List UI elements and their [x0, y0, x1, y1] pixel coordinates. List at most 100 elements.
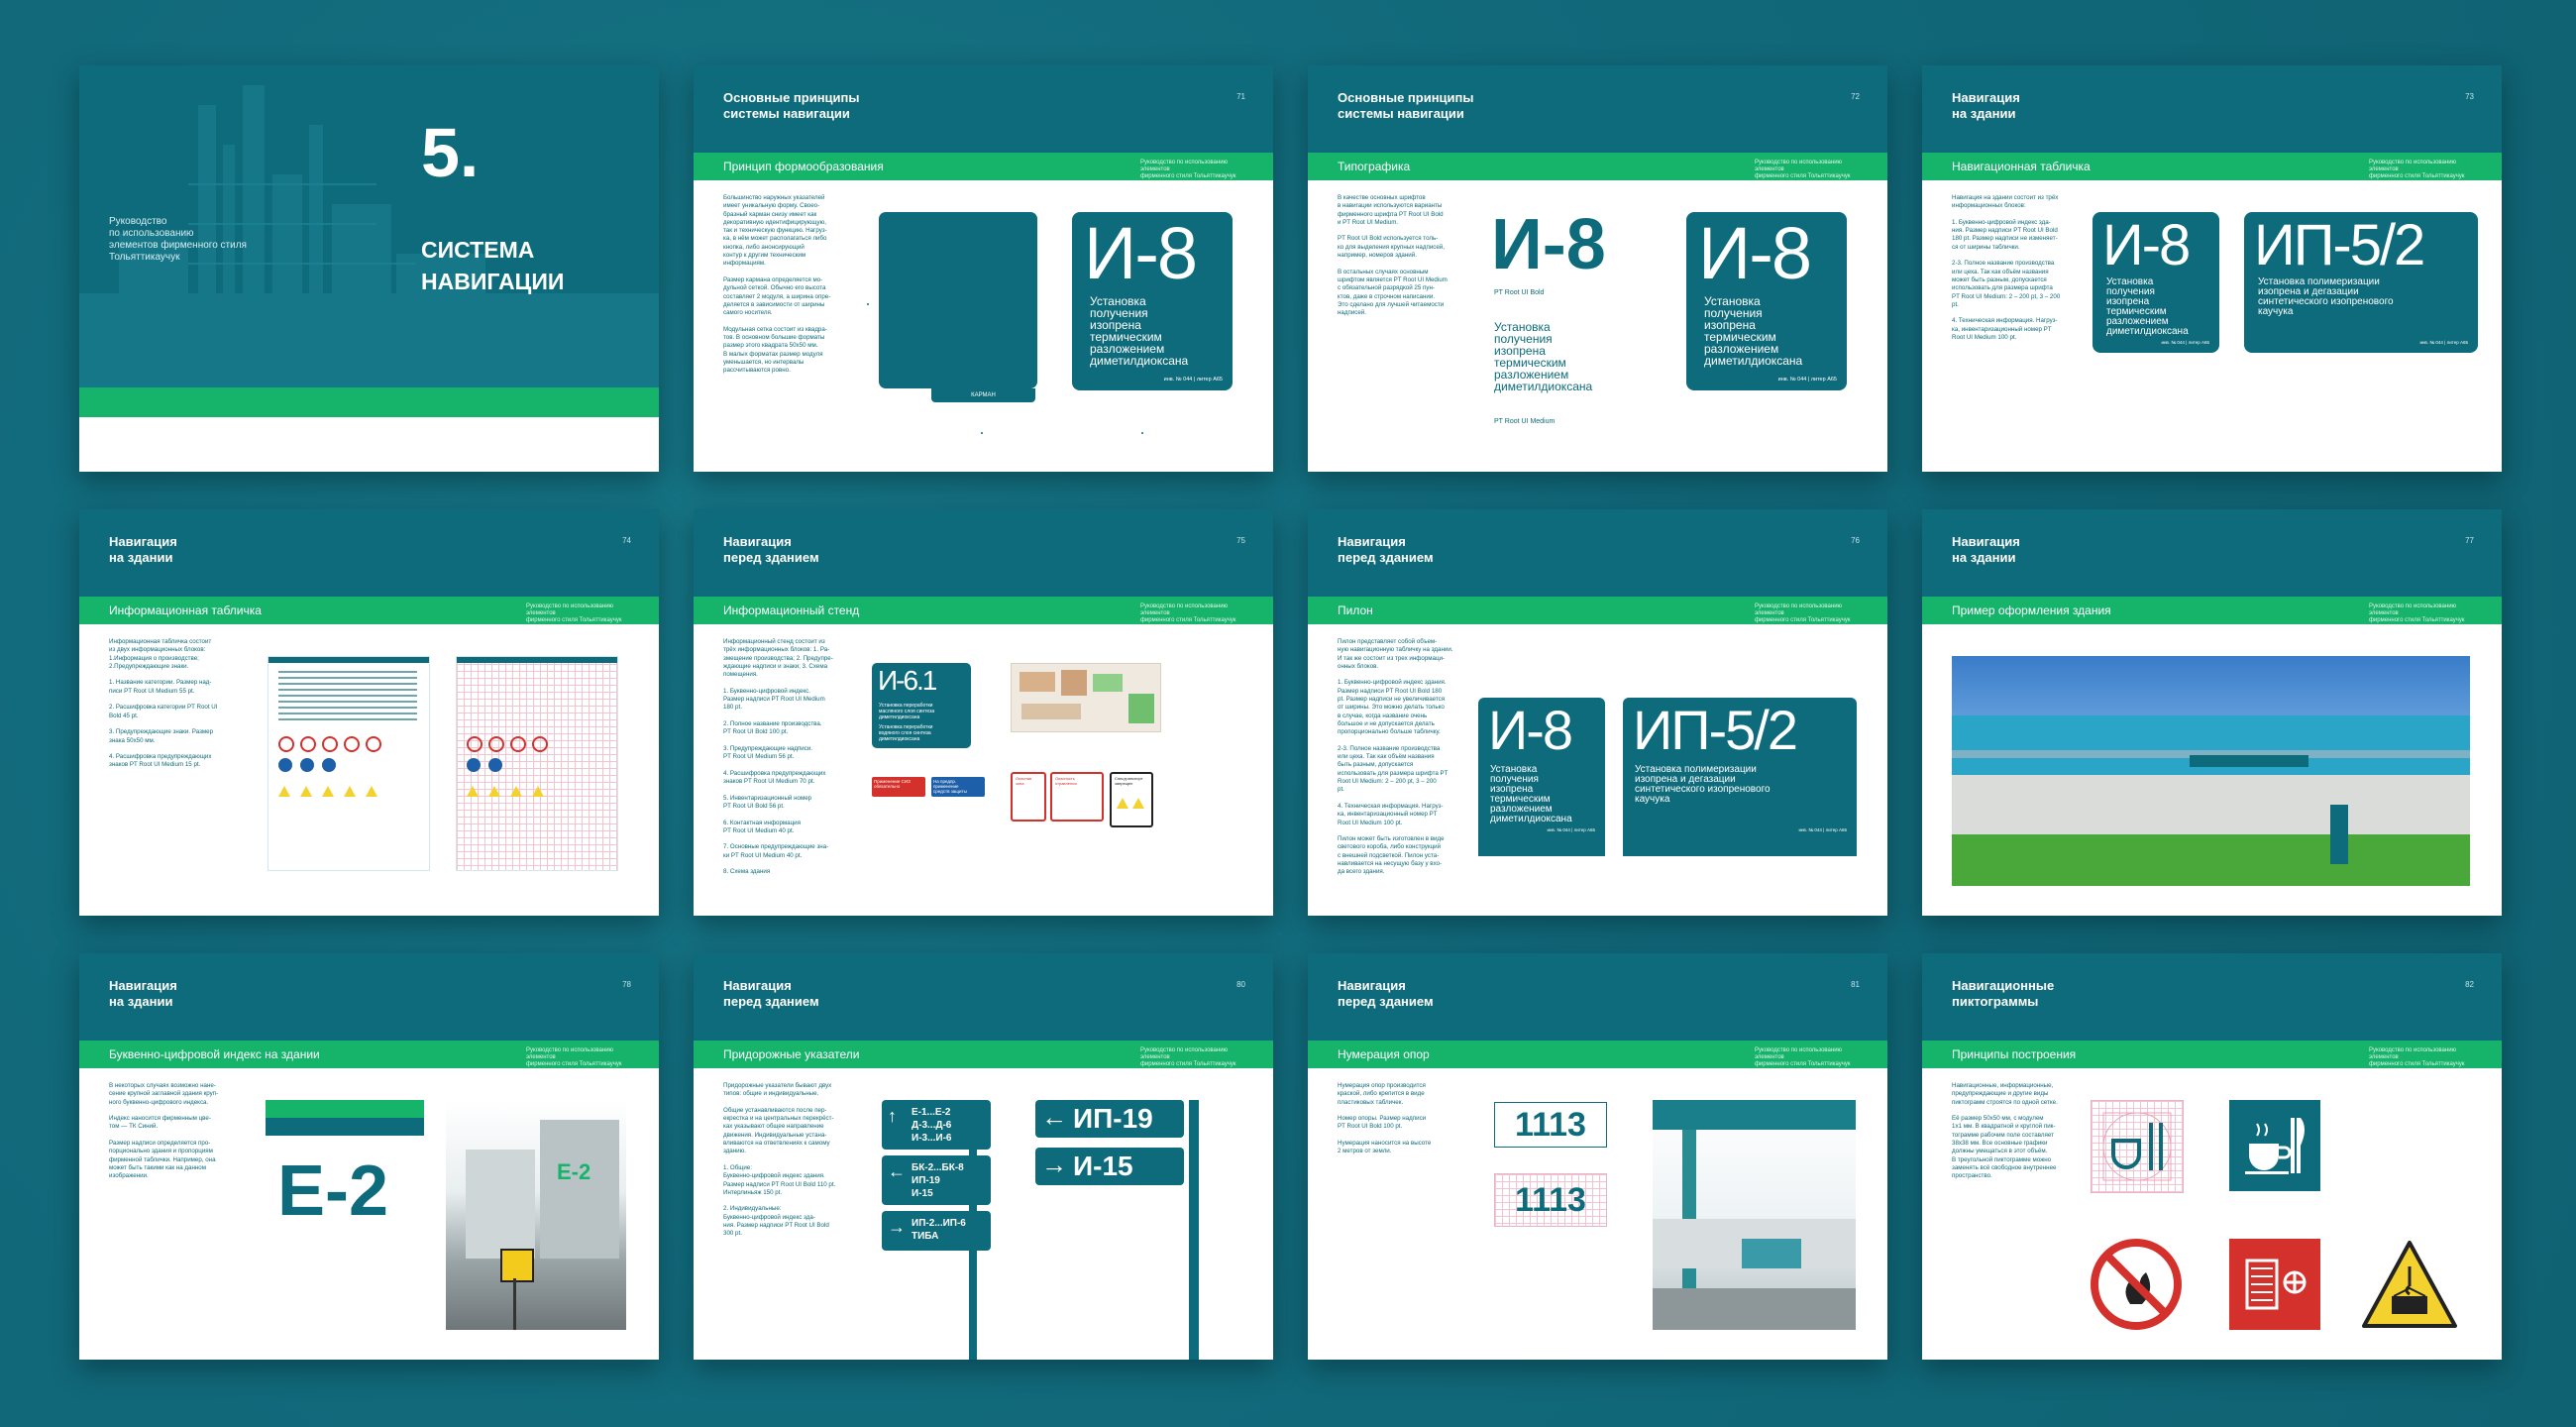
- page-number: 72: [1851, 92, 1860, 101]
- slide-76[interactable]: Навигация перед зданием 76 Пилон Руководст…: [1308, 509, 1887, 916]
- section-subtitle: Информационный стенд: [723, 604, 860, 617]
- page-number: 75: [1236, 536, 1245, 545]
- slide-75[interactable]: Навигация перед зданием 75 Информационный…: [694, 509, 1273, 916]
- pictogram-grid: [2091, 1100, 2184, 1193]
- section-subtitle: Придорожные указатели: [723, 1047, 860, 1061]
- info-plate-right-grid: [456, 656, 618, 871]
- warning-box-c: Опасная зона: [1011, 772, 1046, 822]
- arrow-left-icon: ←: [1041, 1102, 1067, 1132]
- section-subtitle: Пилон: [1338, 604, 1373, 617]
- page-number: 74: [622, 536, 631, 545]
- header-caption: Руководство по использованию элементов ф…: [1140, 160, 1236, 179]
- cover-top: Руководство по использованию элементов ф…: [79, 65, 659, 387]
- road-sign-ip19: ← ИП-19: [1035, 1100, 1184, 1138]
- body-text: Навигация на здании состоит из трёх инфо…: [1952, 194, 2061, 342]
- slide-title: Навигация на здании: [1952, 534, 2020, 565]
- cover-subtitle: Руководство по использованию элементов ф…: [109, 216, 247, 263]
- slide-71[interactable]: Основные принципы системы навигации 71 Пр…: [694, 65, 1273, 472]
- warning-box-d: Опасность отравления: [1050, 772, 1104, 822]
- page-number: 82: [2465, 980, 2474, 989]
- body-text: Информационная табличка состоит из двух …: [109, 638, 218, 769]
- page-number: 78: [622, 980, 631, 989]
- info-plate-left: [268, 656, 430, 871]
- type-specimen-bold: И-8: [1491, 205, 1606, 284]
- slide-82[interactable]: Навигационные пиктограммы 82 Принципы пос…: [1922, 953, 2502, 1360]
- page-number: 73: [2465, 92, 2474, 101]
- pocket-sign: [879, 212, 1037, 388]
- slide-73[interactable]: Навигация на здании 73 Навигационная табл…: [1922, 65, 2502, 472]
- pole-photo: [1653, 1100, 1856, 1330]
- slide-title: Навигация перед зданием: [723, 534, 819, 565]
- slide-title: Навигация на здании: [1952, 90, 2020, 121]
- sign-i8: И-8 Установка получения изопрена термиче…: [2093, 212, 2219, 353]
- slide-80[interactable]: Навигация перед зданием 80 Придорожные ук…: [694, 953, 1273, 1360]
- pocket-tab: КАРМАН: [931, 388, 1035, 402]
- index-teal-strip: [266, 1118, 424, 1136]
- road-sign-3: → ИП-2...ИП-6 ТИБА: [882, 1211, 991, 1251]
- body-text: Навигационные, информационные, предупреж…: [1952, 1082, 2058, 1180]
- page-number: 77: [2465, 536, 2474, 545]
- slide-title: Навигация на здании: [109, 534, 177, 565]
- section-subtitle: Буквенно-цифровой индекс на здании: [109, 1047, 320, 1061]
- header-caption: Руководство по использованию элементов ф…: [1140, 1047, 1236, 1067]
- slide-title: Навигация перед зданием: [723, 978, 819, 1009]
- warning-box-e: Спецтранспорт запрещен: [1110, 772, 1153, 827]
- header-caption: Руководство по использованию элементов ф…: [1755, 604, 1851, 623]
- warning-label-b: На предпр. применение средств защиты: [931, 777, 985, 797]
- pole-number-plate: 1113: [1494, 1102, 1607, 1148]
- cover-title: СИСТЕМА НАВИГАЦИИ: [421, 237, 565, 294]
- road-sign-2: ← БК-2...БК-8 ИП-19 И-15: [882, 1155, 991, 1205]
- warning-label-a: Применение СИЗ обязательно: [872, 777, 925, 797]
- pylon-ip52: ИП-5/2 Установка полимеризации изопрена …: [1623, 698, 1857, 856]
- slide-74[interactable]: Навигация на здании 74 Информационная таб…: [79, 509, 659, 916]
- section-subtitle: Навигационная табличка: [1952, 160, 2091, 173]
- sign-ip52: ИП-5/2 Установка полимеризации изопрена …: [2244, 212, 2478, 353]
- sign-i8: И-8 Установка получения изопрена термиче…: [1686, 212, 1847, 390]
- body-text: В некоторых случаях возможно нане- сение…: [109, 1082, 219, 1180]
- slide-77[interactable]: Навигация на здании 77 Пример оформления …: [1922, 509, 2502, 916]
- slide-cover[interactable]: Руководство по использованию элементов ф…: [79, 65, 659, 472]
- cover-chapter-number: 5.: [421, 114, 480, 191]
- arrow-right-icon: →: [888, 1217, 906, 1237]
- header-caption: Руководство по использованию элементов ф…: [1755, 1047, 1851, 1067]
- page-number: 80: [1236, 980, 1245, 989]
- slide-title: Навигация перед зданием: [1338, 534, 1434, 565]
- slide-78[interactable]: Навигация на здании 78 Буквенно-цифровой …: [79, 953, 659, 1360]
- slide-81[interactable]: Навигация перед зданием 81 Нумерация опор…: [1308, 953, 1887, 1360]
- section-subtitle: Принципы построения: [1952, 1047, 2077, 1061]
- page-number: 81: [1851, 980, 1860, 989]
- slide-title: Навигационные пиктограммы: [1952, 978, 2055, 1009]
- header-caption: Руководство по использованию элементов ф…: [526, 1047, 622, 1067]
- section-subtitle: Нумерация опор: [1338, 1047, 1430, 1061]
- arrow-left-icon: ←: [888, 1161, 906, 1181]
- building-photo: [1952, 656, 2470, 886]
- header-caption: Руководство по использованию элементов ф…: [2369, 160, 2465, 179]
- page-number: 71: [1236, 92, 1245, 101]
- load-warning-pictogram-icon: [2360, 1239, 2459, 1330]
- header-caption: Руководство по использованию элементов ф…: [526, 604, 622, 623]
- stand-index-sign: И-6.1 Установка переработки масляного сл…: [872, 663, 971, 748]
- road-sign-i15: → И-15: [1035, 1148, 1184, 1185]
- slide-title: Основные принципы системы навигации: [1338, 90, 1474, 121]
- cover-green-bar: [79, 387, 659, 417]
- header-caption: Руководство по использованию элементов ф…: [2369, 1047, 2465, 1067]
- fire-hose-pictogram-icon: [2229, 1239, 2320, 1330]
- body-text: В качестве основных шрифтов в навигации …: [1338, 194, 1448, 317]
- building-index-large: Е-2: [277, 1152, 389, 1231]
- page-number: 76: [1851, 536, 1860, 545]
- slide-72[interactable]: Основные принципы системы навигации 72 Ти…: [1308, 65, 1887, 472]
- section-subtitle: Типографика: [1338, 160, 1411, 173]
- type-specimen-medium: Установка получения изопрена термическим…: [1494, 320, 1593, 393]
- slide-title: Навигация перед зданием: [1338, 978, 1434, 1009]
- section-subtitle: Информационная табличка: [109, 604, 262, 617]
- font-medium-label: PT Root UI Medium: [1494, 418, 1556, 425]
- pylon-i8: И-8 Установка получения изопрена термиче…: [1478, 698, 1605, 856]
- header-caption: Руководство по использованию элементов ф…: [1140, 604, 1236, 623]
- header-caption: Руководство по использованию элементов ф…: [1755, 160, 1851, 179]
- section-subtitle: Пример оформления здания: [1952, 604, 2111, 617]
- body-text: Информационный стенд состоит из трёх инф…: [723, 638, 833, 876]
- no-fire-pictogram-icon: [2091, 1239, 2182, 1330]
- section-subtitle: Принцип формообразования: [723, 160, 884, 173]
- body-text: Нумерация опор производится краской, либ…: [1338, 1082, 1432, 1155]
- arrow-up-icon: ↑: [888, 1106, 897, 1126]
